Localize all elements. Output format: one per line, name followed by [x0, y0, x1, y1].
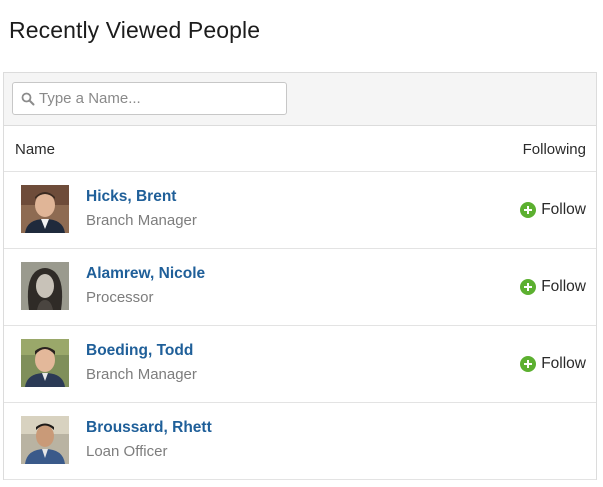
plus-circle-icon	[520, 356, 537, 372]
column-header-following[interactable]: Following	[523, 141, 586, 158]
person-title: Loan Officer	[86, 443, 168, 460]
search-icon	[21, 92, 35, 106]
avatar[interactable]	[21, 262, 69, 310]
page-title: Recently Viewed People	[9, 17, 261, 43]
person-name-link[interactable]: Alamrew, Nicole	[86, 265, 205, 283]
avatar[interactable]	[21, 339, 69, 387]
search-input[interactable]	[39, 83, 279, 114]
person-title: Branch Manager	[86, 212, 197, 229]
person-title: Branch Manager	[86, 366, 197, 383]
plus-circle-icon	[520, 279, 537, 295]
follow-label: Follow	[541, 355, 586, 372]
table-row: Boeding, Todd Branch Manager Follow	[4, 326, 596, 403]
table-row: Broussard, Rhett Loan Officer	[4, 403, 596, 480]
follow-label: Follow	[541, 278, 586, 295]
person-title: Processor	[86, 289, 154, 306]
table-row: Alamrew, Nicole Processor Follow	[4, 249, 596, 326]
follow-button[interactable]: Follow	[520, 201, 586, 219]
column-header-name[interactable]: Name	[15, 141, 55, 158]
table-header: Name Following	[4, 126, 596, 172]
table-row: Hicks, Brent Branch Manager Follow	[4, 172, 596, 249]
person-name-link[interactable]: Boeding, Todd	[86, 342, 193, 360]
person-name-link[interactable]: Hicks, Brent	[86, 188, 176, 206]
avatar[interactable]	[21, 185, 69, 233]
follow-label: Follow	[541, 201, 586, 218]
people-panel: Name Following Hicks, Brent Branch Manag…	[3, 72, 597, 480]
person-name-link[interactable]: Broussard, Rhett	[86, 419, 212, 437]
follow-button[interactable]: Follow	[520, 355, 586, 373]
search-box[interactable]	[12, 82, 287, 115]
plus-circle-icon	[520, 202, 537, 218]
search-bar	[4, 73, 596, 126]
follow-button[interactable]: Follow	[520, 278, 586, 296]
avatar[interactable]	[21, 416, 69, 464]
